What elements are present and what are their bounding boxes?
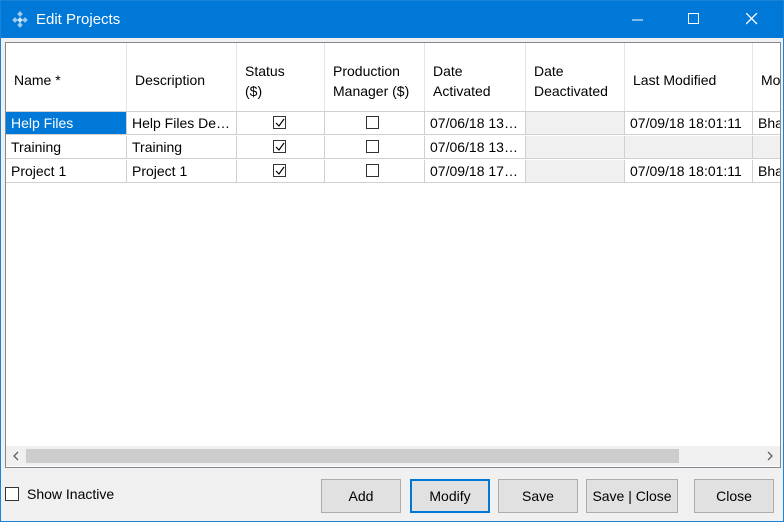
cell-production-manager[interactable] bbox=[325, 112, 425, 135]
cell-modified-by[interactable] bbox=[753, 136, 780, 159]
cell-description[interactable]: Training bbox=[127, 136, 237, 159]
checkbox-box[interactable] bbox=[5, 487, 19, 501]
cell-last-modified[interactable]: 07/09/18 18:01:11 bbox=[625, 160, 753, 183]
save-button[interactable]: Save bbox=[498, 479, 578, 513]
cell-status[interactable] bbox=[237, 160, 325, 183]
status-checkbox[interactable] bbox=[273, 164, 286, 177]
scrollbar-thumb[interactable] bbox=[26, 449, 679, 463]
projects-grid[interactable]: Name * Description Status ($) Production… bbox=[5, 42, 781, 468]
cell-date-activated[interactable]: 07/09/18 17… bbox=[425, 160, 526, 183]
cell-modified-by[interactable]: Bha bbox=[753, 112, 780, 135]
column-header-name[interactable]: Name * bbox=[6, 43, 127, 111]
column-header-status[interactable]: Status ($) bbox=[237, 43, 325, 111]
scroll-right-button[interactable] bbox=[760, 446, 780, 466]
cell-description[interactable]: Project 1 bbox=[127, 160, 237, 183]
cell-modified-by[interactable]: Bha bbox=[753, 160, 780, 183]
window-title: Edit Projects bbox=[36, 11, 121, 28]
production-manager-checkbox[interactable] bbox=[366, 116, 379, 129]
cell-name[interactable]: Training bbox=[6, 136, 127, 159]
maximize-button[interactable] bbox=[671, 1, 719, 38]
column-header-date-deactivated[interactable]: Date Deactivated bbox=[526, 43, 625, 111]
column-header-date-activated[interactable]: Date Activated bbox=[425, 43, 526, 111]
cell-status[interactable] bbox=[237, 112, 325, 135]
chevron-right-icon bbox=[767, 451, 773, 461]
checkmark-icon bbox=[275, 118, 285, 127]
maximize-icon bbox=[688, 13, 699, 24]
chevron-left-icon bbox=[13, 451, 19, 461]
cell-status[interactable] bbox=[237, 136, 325, 159]
production-manager-checkbox[interactable] bbox=[366, 164, 379, 177]
app-diamond-icon bbox=[11, 11, 29, 29]
column-header-modified-by[interactable]: Mo bbox=[753, 43, 780, 111]
production-manager-checkbox[interactable] bbox=[366, 140, 379, 153]
cell-last-modified[interactable] bbox=[625, 136, 753, 159]
scroll-left-button[interactable] bbox=[6, 446, 26, 466]
show-inactive-label: Show Inactive bbox=[27, 486, 115, 502]
cell-production-manager[interactable] bbox=[325, 136, 425, 159]
cell-date-activated[interactable]: 07/06/18 13… bbox=[425, 112, 526, 135]
title-bar[interactable]: Edit Projects bbox=[1, 1, 783, 38]
cell-date-deactivated[interactable] bbox=[526, 112, 625, 135]
cell-name[interactable]: Project 1 bbox=[6, 160, 127, 183]
column-header-last-modified[interactable]: Last Modified bbox=[625, 43, 753, 111]
cell-date-deactivated[interactable] bbox=[526, 136, 625, 159]
close-icon bbox=[746, 13, 758, 25]
add-button[interactable]: Add bbox=[321, 479, 401, 513]
close-window-button[interactable] bbox=[729, 1, 777, 38]
modify-button[interactable]: Modify bbox=[410, 479, 490, 513]
column-header-description[interactable]: Description bbox=[127, 43, 237, 111]
status-checkbox[interactable] bbox=[273, 116, 286, 129]
close-button[interactable]: Close bbox=[694, 479, 774, 513]
checkmark-icon bbox=[275, 142, 285, 151]
minimize-icon bbox=[632, 19, 643, 21]
horizontal-scrollbar[interactable] bbox=[6, 446, 780, 466]
edit-projects-window: Edit Projects Name * Description Status … bbox=[0, 0, 784, 522]
column-header-production-manager[interactable]: Production Manager ($) bbox=[325, 43, 425, 111]
cell-description[interactable]: Help Files De… bbox=[127, 112, 237, 135]
cell-name[interactable]: Help Files bbox=[6, 112, 127, 135]
cell-date-deactivated[interactable] bbox=[526, 160, 625, 183]
cell-date-activated[interactable]: 07/06/18 13… bbox=[425, 136, 526, 159]
checkmark-icon bbox=[275, 166, 285, 175]
cell-last-modified[interactable]: 07/09/18 18:01:11 bbox=[625, 112, 753, 135]
cell-production-manager[interactable] bbox=[325, 160, 425, 183]
minimize-button[interactable] bbox=[615, 1, 663, 38]
status-checkbox[interactable] bbox=[273, 140, 286, 153]
save-close-button[interactable]: Save | Close bbox=[586, 479, 678, 513]
